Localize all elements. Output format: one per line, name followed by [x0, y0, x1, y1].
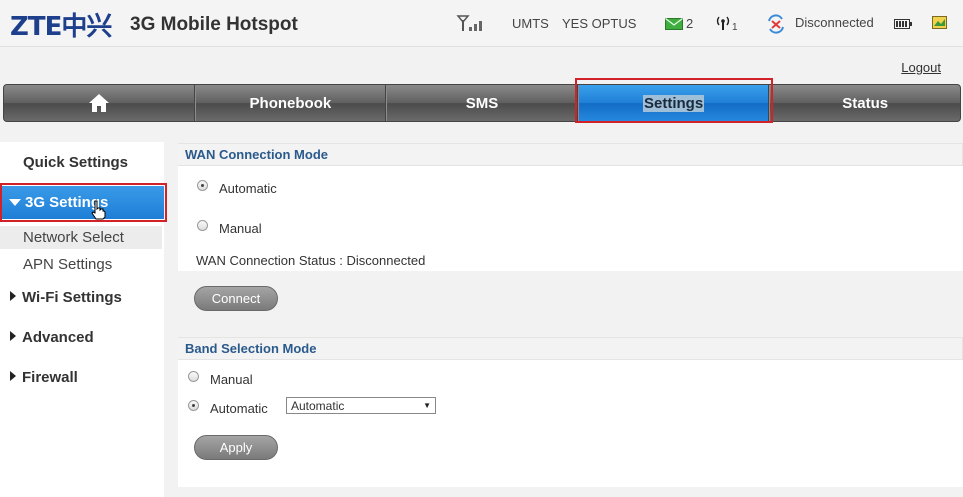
sidebar-item-apn-settings[interactable]: APN Settings — [0, 256, 162, 273]
wan-connection-panel: WAN Connection Mode — [178, 143, 963, 271]
operator-name: YES OPTUS — [562, 16, 637, 31]
band-select-dropdown[interactable]: Automatic ▼ — [286, 397, 436, 414]
sms-count: 2 — [686, 16, 694, 31]
band-select-value: Automatic — [291, 398, 345, 413]
logo-text: ZTE中兴 — [10, 11, 112, 42]
wan-automatic-label: Automatic — [219, 181, 277, 196]
wan-connection-heading: WAN Connection Mode — [178, 143, 963, 166]
network-type: UMTS — [512, 16, 549, 31]
wan-connection-status: WAN Connection Status : Disconnected — [196, 253, 426, 268]
tab-status[interactable]: Status — [769, 85, 960, 121]
signal-icon — [456, 15, 482, 31]
app-title: 3G Mobile Hotspot — [130, 14, 298, 35]
sidebar-item-3g-settings[interactable]: 3G Settings — [0, 186, 164, 219]
band-manual-label: Manual — [210, 372, 253, 387]
apply-button[interactable]: Apply — [194, 435, 278, 460]
wan-manual-radio[interactable] — [197, 220, 208, 231]
wan-manual-label: Manual — [219, 221, 262, 236]
home-icon — [88, 94, 109, 112]
tab-sms-label: SMS — [465, 94, 499, 112]
tab-settings[interactable]: Settings — [577, 85, 770, 121]
tab-settings-label: Settings — [642, 94, 705, 112]
wifi-client-count: 1 — [732, 22, 738, 33]
main-nav: Phonebook SMS Settings Status — [3, 84, 961, 122]
expand-right-icon — [10, 291, 16, 301]
tab-status-label: Status — [842, 94, 889, 112]
wan-automatic-radio[interactable] — [197, 180, 208, 191]
disconnected-icon — [768, 14, 784, 34]
wifi-antenna-icon — [716, 16, 730, 30]
sim-icon — [932, 16, 947, 29]
sidebar-item-firewall-label: Firewall — [22, 369, 78, 386]
connection-status: Disconnected — [795, 15, 874, 30]
sidebar-item-firewall[interactable]: Firewall — [0, 369, 164, 386]
tab-phonebook-label: Phonebook — [249, 94, 332, 112]
zte-logo: ZTE中兴 — [10, 9, 112, 42]
battery-icon — [894, 19, 912, 29]
sidebar-item-network-select[interactable]: Network Select — [0, 226, 162, 249]
connect-button[interactable]: Connect — [194, 286, 278, 311]
sidebar-item-advanced[interactable]: Advanced — [0, 329, 164, 346]
tab-home[interactable] — [4, 85, 195, 121]
envelope-icon[interactable] — [665, 18, 683, 30]
expand-down-icon — [9, 199, 21, 206]
expand-right-icon — [10, 371, 16, 381]
band-selection-heading: Band Selection Mode — [178, 337, 963, 360]
band-automatic-radio[interactable] — [188, 400, 199, 411]
header: ZTE中兴 3G Mobile Hotspot UMTS YES OPTUS 2… — [0, 0, 963, 47]
hand-cursor-icon — [91, 200, 106, 220]
band-manual-radio[interactable] — [188, 371, 199, 382]
band-automatic-label: Automatic — [210, 401, 268, 416]
sidebar-item-advanced-label: Advanced — [22, 329, 94, 346]
logout-link[interactable]: Logout — [901, 60, 941, 75]
sidebar-item-wifi-settings[interactable]: Wi-Fi Settings — [0, 289, 164, 306]
sidebar-item-quick-settings[interactable]: Quick Settings — [0, 154, 164, 171]
expand-right-icon — [10, 331, 16, 341]
tab-phonebook[interactable]: Phonebook — [194, 85, 387, 121]
tab-sms[interactable]: SMS — [386, 85, 578, 121]
dropdown-arrow-icon: ▼ — [423, 401, 431, 410]
sidebar-item-wifi-settings-label: Wi-Fi Settings — [22, 289, 122, 306]
